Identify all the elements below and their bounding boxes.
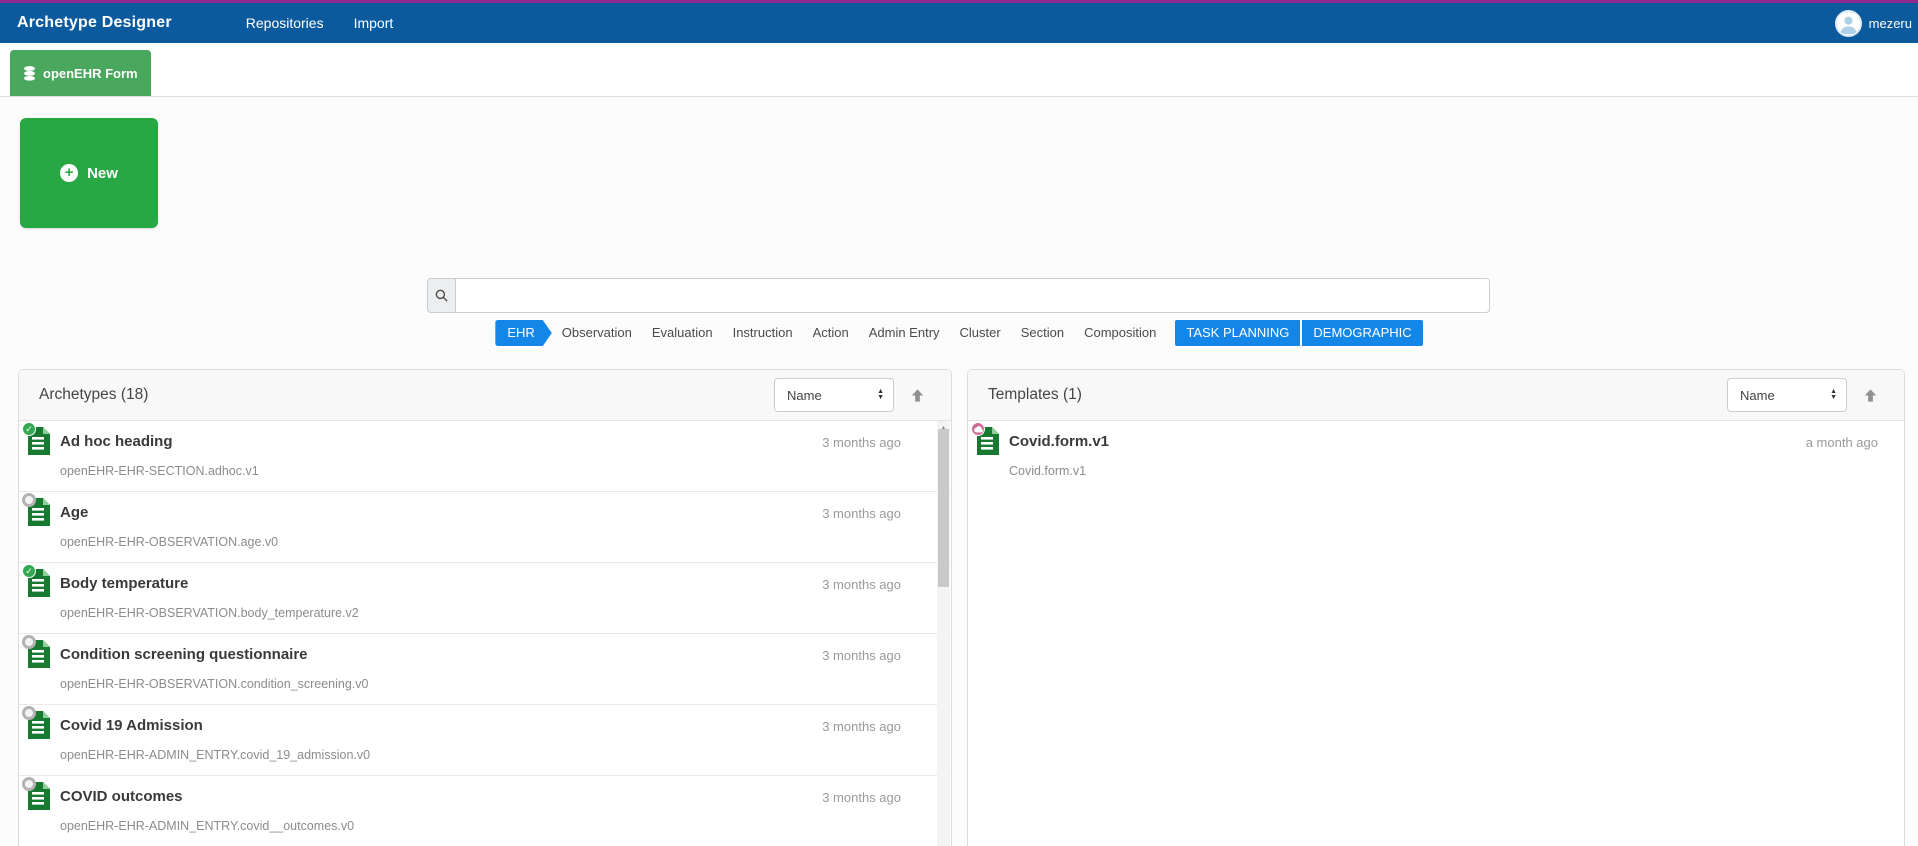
tab-openehr-form[interactable]: openEHR Form xyxy=(10,50,151,96)
empty-status-badge-icon xyxy=(22,706,36,720)
person-icon xyxy=(1839,16,1857,34)
cloud-badge-icon xyxy=(971,422,985,436)
nav-item-import[interactable]: Import xyxy=(354,15,394,31)
archetype-name: Body temperature xyxy=(60,575,189,592)
archetypes-sort-select[interactable]: Name ▲ ▼ xyxy=(774,378,894,412)
nav-item-repositories[interactable]: Repositories xyxy=(246,15,324,31)
archetype-timestamp: 3 months ago xyxy=(822,506,901,521)
check-badge-icon: ✓ xyxy=(22,422,36,436)
search-input[interactable] xyxy=(455,278,1490,313)
archetype-timestamp: 3 months ago xyxy=(822,790,901,805)
templates-panel-title: Templates (1) xyxy=(988,386,1082,403)
tab-label: openEHR Form xyxy=(43,65,138,81)
archetype-timestamp: 3 months ago xyxy=(822,719,901,734)
template-row[interactable]: Covid.form.v1 Covid.form.v1 a month ago xyxy=(968,421,1904,492)
archetype-timestamp: 3 months ago xyxy=(822,648,901,663)
archetypes-panel-title: Archetypes (18) xyxy=(39,386,149,403)
tab-strip: openEHR Form xyxy=(0,43,1918,97)
archetype-designer-app: Archetype Designer Repositories Import m… xyxy=(0,0,1918,846)
archetype-name: Condition screening questionnaire xyxy=(60,646,308,663)
filter-chip-admin-entry[interactable]: Admin Entry xyxy=(859,320,950,346)
archetype-row[interactable]: ✓ Body temperature openEHR-EHR-OBSERVATI… xyxy=(19,563,951,634)
archetype-id: openEHR-EHR-OBSERVATION.age.v0 xyxy=(60,535,279,549)
archetypes-sort-value: Name xyxy=(787,387,822,403)
search-icon xyxy=(435,289,448,302)
archetype-row[interactable]: COVID outcomes openEHR-EHR-ADMIN_ENTRY.c… xyxy=(19,776,951,846)
filter-chip-composition[interactable]: Composition xyxy=(1074,320,1166,346)
select-updown-icon: ▲ ▼ xyxy=(1830,388,1837,401)
archetype-list: ✓ Ad hoc heading openEHR-EHR-SECTION.adh… xyxy=(19,421,951,846)
archetype-id: openEHR-EHR-ADMIN_ENTRY.covid_19_admissi… xyxy=(60,748,371,762)
database-icon xyxy=(23,65,36,81)
user-menu[interactable]: mezeru xyxy=(1834,9,1912,37)
filter-chip-action[interactable]: Action xyxy=(803,320,859,346)
archetype-name: Ad hoc heading xyxy=(60,433,173,450)
filter-chip-cluster[interactable]: Cluster xyxy=(950,320,1011,346)
arrow-up-icon xyxy=(1864,388,1877,402)
archetype-name: COVID outcomes xyxy=(60,788,183,805)
archetype-row[interactable]: Condition screening questionnaire openEH… xyxy=(19,634,951,705)
check-badge-icon: ✓ xyxy=(22,564,36,578)
filter-chip-observation[interactable]: Observation xyxy=(552,320,642,346)
templates-sort-select[interactable]: Name ▲ ▼ xyxy=(1727,378,1847,412)
filter-chip-ehr[interactable]: EHR xyxy=(495,320,551,346)
user-avatar-icon xyxy=(1834,9,1862,37)
archetype-id: openEHR-EHR-SECTION.adhoc.v1 xyxy=(60,464,259,478)
empty-status-badge-icon xyxy=(22,635,36,649)
filter-chip-section[interactable]: Section xyxy=(1011,320,1074,346)
navbar: Archetype Designer Repositories Import m… xyxy=(0,3,1918,43)
templates-sort-value: Name xyxy=(1740,387,1775,403)
template-id: Covid.form.v1 xyxy=(1009,464,1087,478)
template-timestamp: a month ago xyxy=(1805,435,1878,450)
archetypes-panel: Archetypes (18) Name ▲ ▼ ✓ Ad hoc headin… xyxy=(18,369,952,846)
archetype-row[interactable]: ✓ Ad hoc heading openEHR-EHR-SECTION.adh… xyxy=(19,421,951,492)
archetypes-panel-header: Archetypes (18) Name ▲ ▼ xyxy=(19,370,951,421)
archetype-id: openEHR-EHR-OBSERVATION.body_temperature… xyxy=(60,606,359,620)
archetype-list-scrollbar[interactable]: ▲ xyxy=(937,421,950,846)
templates-panel-header: Templates (1) Name ▲ ▼ xyxy=(968,370,1904,421)
empty-status-badge-icon xyxy=(22,777,36,791)
archetype-name: Age xyxy=(60,504,89,521)
archetype-id: openEHR-EHR-OBSERVATION.condition_screen… xyxy=(60,677,369,691)
archetype-row[interactable]: Age openEHR-EHR-OBSERVATION.age.v0 3 mon… xyxy=(19,492,951,563)
new-button-label: New xyxy=(87,164,118,182)
scrollbar-thumb[interactable] xyxy=(938,429,949,587)
search-bar xyxy=(427,278,1490,313)
templates-panel: Templates (1) Name ▲ ▼ Covid.form.v1 Cov… xyxy=(967,369,1905,846)
template-list: Covid.form.v1 Covid.form.v1 a month ago xyxy=(968,421,1904,492)
archetype-name: Covid 19 Admission xyxy=(60,717,203,734)
plus-circle-icon: + xyxy=(60,164,79,182)
archetype-row[interactable]: Covid 19 Admission openEHR-EHR-ADMIN_ENT… xyxy=(19,705,951,776)
archetype-timestamp: 3 months ago xyxy=(822,435,901,450)
search-icon-box xyxy=(427,278,455,313)
empty-status-badge-icon xyxy=(22,493,36,507)
templates-sort-direction-button[interactable] xyxy=(1863,388,1878,403)
template-name: Covid.form.v1 xyxy=(1009,433,1110,450)
arrow-up-icon xyxy=(911,388,924,402)
archetype-timestamp: 3 months ago xyxy=(822,577,901,592)
filter-chip-evaluation[interactable]: Evaluation xyxy=(642,320,723,346)
main-content: + New EHR Observation Evaluation Instruc… xyxy=(0,98,1918,846)
app-brand[interactable]: Archetype Designer xyxy=(17,14,172,32)
filter-chip-row: EHR Observation Evaluation Instruction A… xyxy=(0,320,1918,346)
select-updown-icon: ▲ ▼ xyxy=(877,388,884,401)
filter-chip-demographic[interactable]: DEMOGRAPHIC xyxy=(1302,320,1423,346)
filter-chip-task-planning[interactable]: TASK PLANNING xyxy=(1175,320,1301,346)
filter-chip-instruction[interactable]: Instruction xyxy=(723,320,803,346)
new-button[interactable]: + New xyxy=(20,118,158,228)
user-name: mezeru xyxy=(1868,15,1912,31)
archetypes-sort-direction-button[interactable] xyxy=(910,388,925,403)
archetype-id: openEHR-EHR-ADMIN_ENTRY.covid__outcomes.… xyxy=(60,819,355,833)
nav-links: Repositories Import xyxy=(246,15,394,31)
